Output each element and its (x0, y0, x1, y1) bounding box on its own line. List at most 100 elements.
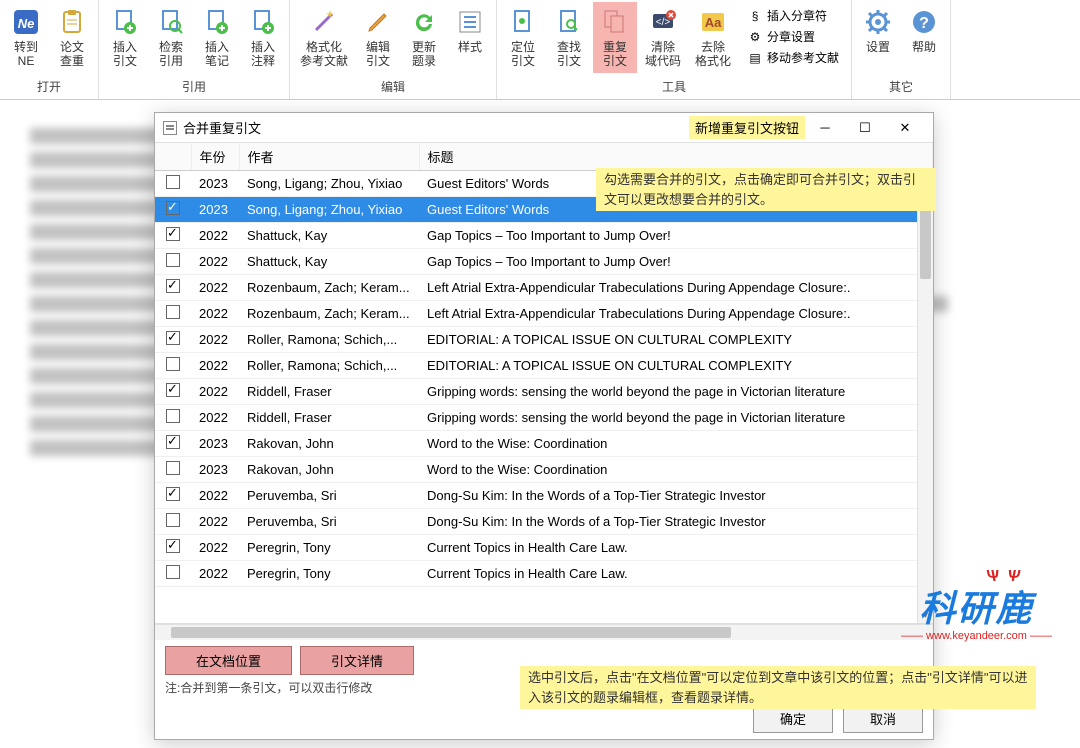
insert-section-button[interactable]: §插入分章符 (743, 6, 843, 25)
horizontal-scrollbar[interactable] (155, 624, 933, 640)
format-refs-button[interactable]: 格式化 参考文献 (294, 2, 354, 73)
cell-author: Shattuck, Kay (239, 223, 419, 249)
doc-search-icon (155, 6, 187, 38)
insert-cite-button[interactable]: 插入 引文 (103, 2, 147, 73)
table-row[interactable]: 2022Peruvemba, SriDong-Su Kim: In the Wo… (155, 509, 933, 535)
insert-annot-button[interactable]: 插入 注释 (241, 2, 285, 73)
checkbox[interactable] (166, 331, 180, 345)
section-settings-button[interactable]: ⚙分章设置 (743, 27, 843, 46)
table-row[interactable]: 2022Peregrin, TonyCurrent Topics in Heal… (155, 535, 933, 561)
checkbox[interactable] (166, 227, 180, 241)
remove-fmt-button[interactable]: Aa去除 格式化 (689, 2, 737, 73)
checkbox[interactable] (166, 357, 180, 371)
settings-button[interactable]: 设置 (856, 2, 900, 58)
cell-year: 2023 (191, 197, 239, 223)
checkbox[interactable] (166, 201, 180, 215)
table-row[interactable]: 2022Peruvemba, SriDong-Su Kim: In the Wo… (155, 483, 933, 509)
table-row[interactable]: 2022Shattuck, KayGap Topics – Too Import… (155, 249, 933, 275)
group-label: 打开 (37, 76, 61, 97)
table-row[interactable]: 2022Riddell, FraserGripping words: sensi… (155, 379, 933, 405)
table-row[interactable]: 2022Rozenbaum, Zach; Keram...Left Atrial… (155, 301, 933, 327)
ribbon-label: 编辑 引文 (366, 40, 390, 69)
cell-year: 2022 (191, 561, 239, 587)
edit-cite-button[interactable]: 编辑 引文 (356, 2, 400, 73)
col-title[interactable]: 标题 (419, 143, 933, 171)
doc-pos-icon (507, 6, 539, 38)
update-toc-button[interactable]: 更新 题录 (402, 2, 446, 73)
move-refs-button[interactable]: ▤移动参考文献 (743, 48, 843, 67)
cell-year: 2022 (191, 353, 239, 379)
refresh-icon (408, 6, 440, 38)
table-row[interactable]: 2022Shattuck, KayGap Topics – Too Import… (155, 223, 933, 249)
ribbon-label: 更新 题录 (412, 40, 436, 69)
table-row[interactable]: 2022Roller, Ramona; Schich,...EDITORIAL:… (155, 353, 933, 379)
cell-year: 2022 (191, 535, 239, 561)
checkbox[interactable] (166, 279, 180, 293)
col-year[interactable]: 年份 (191, 143, 239, 171)
checkbox[interactable] (166, 305, 180, 319)
aa-icon: Aa (697, 6, 729, 38)
checkbox[interactable] (166, 253, 180, 267)
section-icon: § (747, 8, 763, 24)
cell-year: 2023 (191, 457, 239, 483)
checkbox[interactable] (166, 461, 180, 475)
group-label: 其它 (889, 76, 913, 97)
clear-code-button[interactable]: </>清除 域代码 (639, 2, 687, 73)
checkbox[interactable] (166, 513, 180, 527)
checkbox[interactable] (166, 539, 180, 553)
svg-text:?: ? (919, 15, 929, 32)
cell-author: Song, Ligang; Zhou, Yixiao (239, 171, 419, 197)
cell-year: 2022 (191, 223, 239, 249)
doc-position-button[interactable]: 在文档位置 (165, 646, 292, 675)
mini-label: 移动参考文献 (767, 49, 839, 66)
cell-title: Dong-Su Kim: In the Words of a Top-Tier … (419, 509, 933, 535)
maximize-button[interactable]: ☐ (845, 115, 885, 141)
cell-title: Current Topics in Health Care Law. (419, 561, 933, 587)
svg-text:Aa: Aa (705, 15, 722, 30)
mini-label: 分章设置 (767, 28, 815, 45)
ribbon-label: 格式化 参考文献 (300, 40, 348, 69)
ribbon-label: 检索 引用 (159, 40, 183, 69)
table-row[interactable]: 2022Rozenbaum, Zach; Keram...Left Atrial… (155, 275, 933, 301)
cell-author: Peregrin, Tony (239, 535, 419, 561)
table-row[interactable]: 2023Rakovan, JohnWord to the Wise: Coord… (155, 457, 933, 483)
watermark-main: ѰѰ 科研鹿 (901, 580, 1052, 632)
table-row[interactable]: 2022Roller, Ramona; Schich,...EDITORIAL:… (155, 327, 933, 353)
insert-note-button[interactable]: 插入 笔记 (195, 2, 239, 73)
cell-title: Current Topics in Health Care Law. (419, 535, 933, 561)
minimize-button[interactable]: ─ (805, 115, 845, 141)
scroll-thumb-x[interactable] (171, 627, 731, 638)
locate-cite-button[interactable]: 定位 引文 (501, 2, 545, 73)
checkbox[interactable] (166, 565, 180, 579)
cell-title: Left Atrial Extra-Appendicular Trabecula… (419, 275, 933, 301)
col-author[interactable]: 作者 (239, 143, 419, 171)
dup-cite-button[interactable]: 重复 引文 (593, 2, 637, 73)
checkbox[interactable] (166, 487, 180, 501)
checkbox[interactable] (166, 383, 180, 397)
find-cite-button[interactable]: 查找 引文 (547, 2, 591, 73)
table-row[interactable]: 2023Rakovan, JohnWord to the Wise: Coord… (155, 431, 933, 457)
dialog-title-text: 合并重复引文 (183, 118, 261, 137)
style-button[interactable]: 样式 (448, 2, 492, 58)
table-row[interactable]: 2022Peregrin, TonyCurrent Topics in Heal… (155, 561, 933, 587)
checkbox[interactable] (166, 175, 180, 189)
citation-detail-button[interactable]: 引文详情 (300, 646, 414, 675)
checkbox[interactable] (166, 409, 180, 423)
doc-dup-icon (599, 6, 631, 38)
cell-author: Rakovan, John (239, 457, 419, 483)
doc-add-icon (109, 6, 141, 38)
check-dup-button[interactable]: 论文 查重 (50, 2, 94, 73)
to-ne-button[interactable]: Ne转到 NE (4, 2, 48, 73)
table-row[interactable]: 2022Riddell, FraserGripping words: sensi… (155, 405, 933, 431)
col-check[interactable] (155, 143, 191, 171)
checkbox[interactable] (166, 435, 180, 449)
search-cite-button[interactable]: 检索 引用 (149, 2, 193, 73)
vertical-scrollbar[interactable]: ▴ ▾ (917, 171, 933, 623)
close-button[interactable]: ✕ (885, 115, 925, 141)
cell-title: Dong-Su Kim: In the Words of a Top-Tier … (419, 483, 933, 509)
ribbon-toolbar: Ne转到 NE论文 查重打开插入 引文检索 引用插入 笔记插入 注释引用格式化 … (0, 0, 1080, 100)
help-button[interactable]: ?帮助 (902, 2, 946, 58)
cell-year: 2022 (191, 405, 239, 431)
cell-title: Gap Topics – Too Important to Jump Over! (419, 223, 933, 249)
cell-author: Peruvemba, Sri (239, 509, 419, 535)
